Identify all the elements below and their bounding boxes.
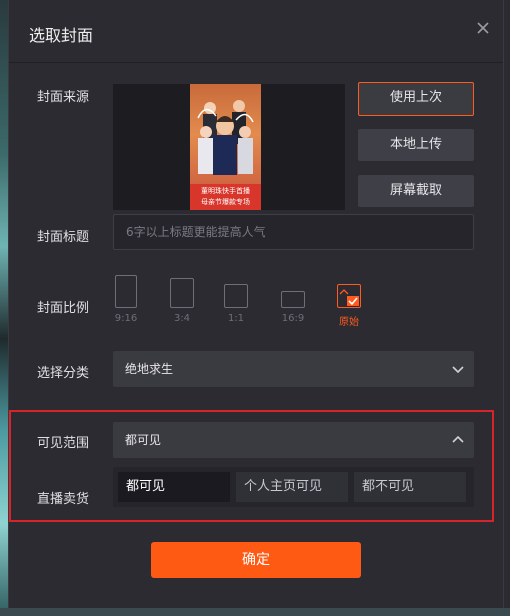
cover-poster-image: 董明珠快手首播 母亲节爆款专场 [190, 84, 261, 210]
ratio-original-shape [337, 284, 361, 308]
ratio-1-1-shape [224, 284, 248, 308]
visibility-select[interactable]: 都可见 [113, 422, 474, 458]
option-all-visible[interactable]: 都可见 [118, 472, 230, 502]
cover-title-label: 封面标题 [37, 230, 90, 245]
use-last-button[interactable]: 使用上次 [358, 82, 474, 116]
option-none-visible[interactable]: 都不可见 [354, 472, 466, 502]
background-strip [0, 0, 8, 616]
ratio-1-1[interactable]: 1:1 [222, 284, 250, 324]
ratio-9-16-label: 9:16 [114, 313, 138, 324]
poster-people-image [197, 100, 254, 175]
ratio-9-16-shape [115, 275, 137, 308]
cover-title-input[interactable]: 6字以上标题更能提高人气 [113, 214, 474, 250]
category-select[interactable]: 绝地求生 [113, 351, 474, 387]
ratio-1-1-label: 1:1 [227, 313, 245, 324]
poster-caption: 董明珠快手首播 母亲节爆款专场 [190, 184, 261, 210]
ratio-16-9-label: 16:9 [281, 313, 305, 324]
poster-caption-line1: 董明珠快手首播 [201, 187, 250, 195]
header-divider [9, 62, 503, 63]
poster-caption-line2: 母亲节爆款专场 [201, 198, 250, 206]
chevron-up-icon [452, 435, 464, 443]
category-label: 选择分类 [37, 366, 90, 381]
confirm-button[interactable]: 确定 [151, 542, 361, 578]
ratio-original[interactable]: 原始 [333, 284, 365, 328]
ratio-16-9[interactable]: 16:9 [278, 291, 308, 324]
background-bottom-strip [0, 608, 510, 616]
category-select-value: 绝地求生 [125, 362, 174, 376]
check-icon [339, 289, 359, 306]
visibility-select-value: 都可见 [125, 433, 162, 447]
cover-source-label: 封面来源 [37, 90, 90, 105]
ratio-3-4[interactable]: 3:4 [167, 278, 197, 324]
chevron-down-icon [452, 366, 464, 374]
ratio-3-4-label: 3:4 [173, 313, 191, 324]
visibility-options: 都可见 个人主页可见 都不可见 [113, 467, 474, 507]
live-sale-label: 直播卖货 [37, 492, 90, 507]
option-profile-visible[interactable]: 个人主页可见 [236, 472, 348, 502]
ratio-original-label: 原始 [339, 317, 359, 328]
ratio-16-9-shape [281, 291, 305, 308]
ratio-3-4-shape [170, 278, 194, 308]
cover-dialog: 选取封面 封面来源 董明珠快手首播 母亲节爆款专场 使用上次 本地上传 屏幕截取… [8, 0, 504, 608]
close-icon[interactable] [475, 20, 491, 36]
cover-ratio-label: 封面比例 [37, 301, 90, 316]
ratio-9-16[interactable]: 9:16 [113, 275, 139, 324]
cover-preview: 董明珠快手首播 母亲节爆款专场 [113, 84, 345, 210]
screenshot-button[interactable]: 屏幕截取 [358, 175, 474, 207]
dialog-title: 选取封面 [29, 26, 94, 45]
local-upload-button[interactable]: 本地上传 [358, 129, 474, 161]
visibility-label: 可见范围 [37, 436, 90, 451]
